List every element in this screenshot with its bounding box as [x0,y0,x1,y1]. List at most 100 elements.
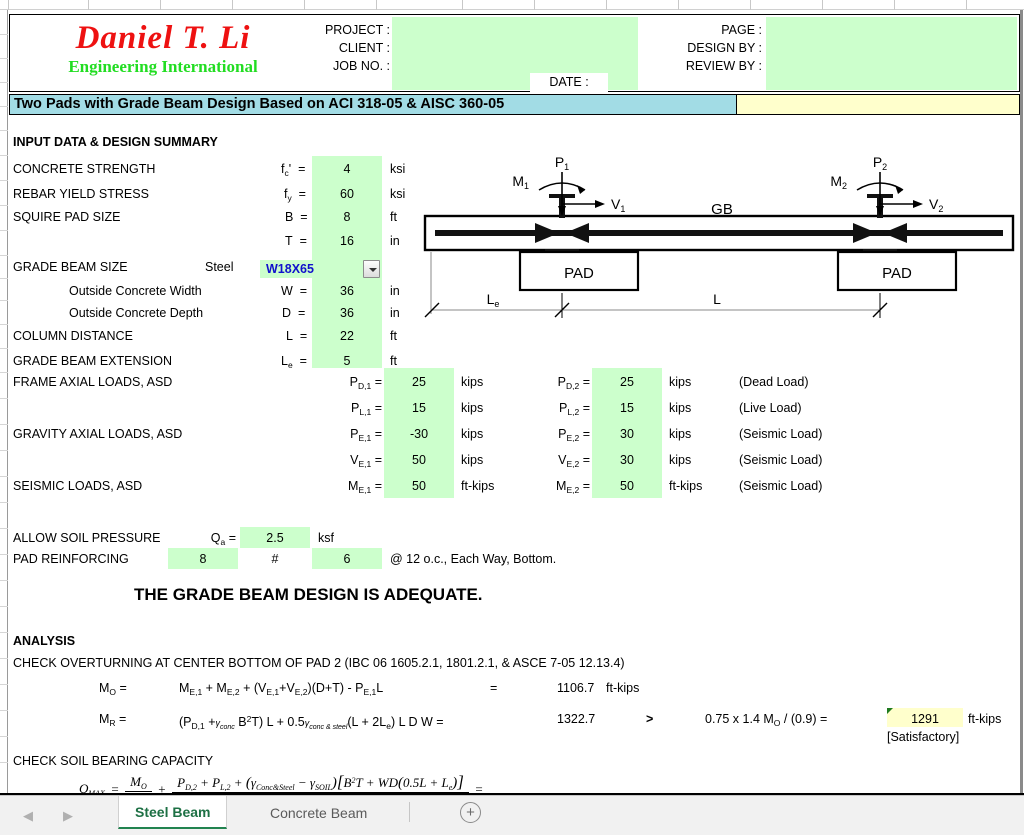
dim-l-label: L [713,291,721,307]
page-label: PAGE : [721,23,762,37]
add-sheet-icon[interactable]: + [460,802,481,823]
v2-label: V2 [929,196,943,214]
pe2-unit: kips [669,427,692,441]
pd1-symbol: PD,1 = [349,375,382,391]
concrete-width-input[interactable]: 36 [312,284,382,298]
pl1-input[interactable]: 15 [384,401,454,415]
design-by-label: DESIGN BY : [687,41,762,55]
review-by-label: REVIEW BY : [685,59,762,73]
concrete-depth-input[interactable]: 36 [312,306,382,320]
v1-label: V1 [611,196,625,214]
pl1-symbol: PL,1 = [351,401,382,417]
ve1-symbol: VE,1 = [350,453,382,469]
dead-load-note: (Dead Load) [739,375,809,389]
seismic-load-note-3: (Seismic Load) [739,479,823,493]
me2-input[interactable]: 50 [592,479,662,493]
pad-size-b-input[interactable]: 8 [312,210,382,224]
mr-rhs-formula: 0.75 x 1.4 MO / (0.9) = [705,712,828,728]
mo-formula: ME,1 + ME,2 + (VE,1+VE,2)(D+T) - PE,1L [179,681,384,697]
design-verdict: THE GRADE BEAM DESIGN IS ADEQUATE. [134,585,483,604]
dim-le-label: Le [487,291,500,309]
column-header-strip [0,0,1024,10]
tab-concrete-beam[interactable]: Concrete Beam [254,796,383,829]
concrete-strength-input[interactable]: 4 [312,162,382,176]
pad-thickness-input[interactable]: 16 [312,234,382,248]
page-title: Two Pads with Grade Beam Design Based on… [10,95,736,114]
client-label: CLIENT : [338,41,390,55]
me1-symbol: ME,1 = [348,479,382,495]
pl2-input[interactable]: 15 [592,401,662,415]
mo-equals: = [490,681,498,695]
sheet-right-edge [1020,10,1023,793]
project-label: PROJECT : [324,23,390,37]
mr-compare: > [646,712,654,726]
steel-section-dropdown[interactable]: W18X65 [260,260,380,278]
pd1-input[interactable]: 25 [384,375,454,389]
reinf-count-input[interactable]: 8 [168,552,238,566]
page-labels: PAGE : DESIGN BY : REVIEW BY : [650,21,762,75]
pad-1-label: PAD [564,265,594,282]
mr-rhs-value: 1291 [911,712,939,726]
job-no-label: JOB NO. : [333,59,390,73]
pe2-symbol: PE,2 = [558,427,590,443]
me1-unit: ft-kips [461,479,495,493]
input-section-heading: INPUT DATA & DESIGN SUMMARY [13,135,218,149]
pad-2-label: PAD [882,265,912,282]
reinf-bar-input[interactable]: 6 [312,552,382,566]
reinf-hash-label: # [271,552,279,566]
chevron-down-icon[interactable] [363,260,380,278]
analysis-heading: ANALYSIS [13,634,76,648]
mr-status-badge: [Satisfactory] [887,730,960,744]
pad-size-label: SQUIRE PAD SIZE [13,210,121,224]
seismic-loads-label: SEISMIC LOADS, ASD [13,479,143,493]
grade-beam-extension-input[interactable]: 5 [312,354,382,368]
tab-steel-beam[interactable]: Steel Beam [118,796,228,829]
pl1-unit: kips [461,401,484,415]
rebar-yield-input[interactable]: 60 [312,187,382,201]
worksheet-area: Daniel T. Li Engineering International P… [9,10,1023,795]
grade-beam-extension-symbol: Le = [281,354,307,370]
allow-soil-input[interactable]: 2.5 [240,531,310,545]
rebar-yield-unit: ksi [390,187,406,201]
gravity-axial-loads-label: GRAVITY AXIAL LOADS, ASD [13,427,183,441]
concrete-strength-symbol: fc' = [281,162,306,178]
mr-symbol: MR = [99,712,127,728]
mo-unit: ft-kips [606,681,640,695]
concrete-strength-unit: ksi [390,162,406,176]
grade-beam-diagram: PAD PAD GB P1 M1 V1 P2 M2 V2 Le L [417,138,1021,320]
company-logo: Daniel T. Li Engineering International [28,19,298,77]
sheet-nav-buttons[interactable]: ◀ ▶ [8,804,94,828]
pe1-input[interactable]: -30 [384,427,454,441]
ve2-unit: kips [669,453,692,467]
concrete-depth-symbol: D = [282,306,306,320]
allow-soil-pressure-label: ALLOW SOIL PRESSURE [13,531,161,545]
page-info-input[interactable] [766,17,1017,90]
check-soil-bearing-title: CHECK SOIL BEARING CAPACITY [13,754,214,768]
concrete-width-unit: in [390,284,400,298]
me1-input[interactable]: 50 [384,479,454,493]
pe1-symbol: PE,1 = [350,427,382,443]
next-sheet-icon[interactable]: ▶ [48,804,88,828]
prev-sheet-icon[interactable]: ◀ [8,804,48,828]
p1-label: P1 [555,154,569,172]
ve1-input[interactable]: 50 [384,453,454,467]
column-distance-label: COLUMN DISTANCE [13,329,133,343]
concrete-depth-unit: in [390,306,400,320]
ve2-input[interactable]: 30 [592,453,662,467]
mr-value: 1322.7 [557,712,596,726]
mo-symbol: MO = [99,681,127,697]
pad-size-b-unit: ft [390,210,397,224]
pd2-symbol: PD,2 = [557,375,590,391]
pad-size-b-symbol: B = [285,210,308,224]
pd2-input[interactable]: 25 [592,375,662,389]
sheet-title-bar: Two Pads with Grade Beam Design Based on… [9,94,1020,115]
row-header-gutter [0,10,8,795]
live-load-note: (Live Load) [739,401,802,415]
pl2-symbol: PL,2 = [559,401,590,417]
grade-beam-extension-unit: ft [390,354,397,368]
date-label: DATE : [530,73,608,92]
m2-label: M2 [830,173,847,191]
p2-label: P2 [873,154,887,172]
column-distance-input[interactable]: 22 [312,329,382,343]
pe2-input[interactable]: 30 [592,427,662,441]
